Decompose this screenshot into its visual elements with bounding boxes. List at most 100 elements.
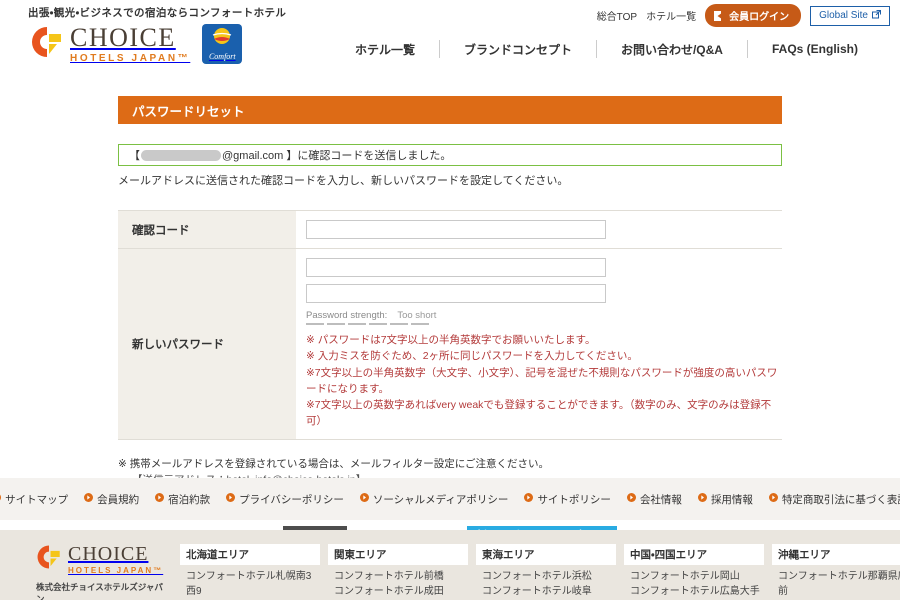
mobile-note-line-1: ※ 携帯メールアドレスを登録されている場合は、メールフィルター設定にご注意くださ… [118, 457, 549, 470]
area-column-tokai: 東海エリア コンフォートホテル浜松 コンフォートホテル岐阜 [476, 544, 616, 600]
confirm-password-input[interactable] [306, 284, 606, 303]
nav-item-faqs-english[interactable]: FAQs (English) [748, 42, 882, 56]
area-column-okinawa: 沖縄エリア コンフォートホテル那覇県庁前 [772, 544, 900, 600]
code-field-cell [296, 210, 782, 249]
main-content: パスワードリセット 【 @gmail.com 】に確認コードを送信しました。 メー… [118, 96, 782, 600]
area-column-hokkaido: 北海道エリア コンフォートホテル札幌南3西9 コンフォートホテル函館 [180, 544, 320, 600]
member-login-button[interactable]: 会員ログイン [705, 4, 802, 27]
password-notice-4: ※7文字以上の英数字あればvery weakでも登録することができます。（数字の… [306, 399, 772, 428]
alert-email-text: @gmail.com 】に確認コードを送信しました。 [222, 150, 452, 162]
footer-link-recruit[interactable]: 採用情報 [697, 492, 753, 507]
utility-nav: 総合TOP ホテル一覧 会員ログイン Global Site [597, 4, 890, 27]
password-strength-value: Too short [397, 310, 437, 321]
password-notice-1: ※ パスワードは7文字以上の半角英数字でお願いいたします。 [306, 334, 596, 346]
password-label: 新しいパスワード [118, 248, 296, 440]
hotel-link[interactable]: コンフォートホテル成田 [328, 584, 468, 599]
footer-link-company-info[interactable]: 会社情報 [626, 492, 682, 507]
nav-item-hotel-list[interactable]: ホテル一覧 [331, 41, 439, 58]
area-column-chugoku-shikoku: 中国・四国エリア コンフォートホテル岡山 コンフォートホテル広島大手町 [624, 544, 764, 600]
choice-logo-sub: HOTELS JAPAN™ [70, 52, 191, 64]
footer-link-label: 会社情報 [639, 493, 682, 506]
company-name: 株式会社チョイスホテルズジャパン [36, 582, 163, 600]
hotel-link[interactable]: コンフォートホテル那覇県庁前 [772, 569, 900, 599]
comfort-logo-label: Comfort [208, 51, 236, 61]
choice-mark-icon [30, 25, 64, 64]
nav-item-brand-concept[interactable]: ブランドコンセプト [440, 41, 596, 58]
hotel-link[interactable]: コンフォートホテル広島大手町 [624, 584, 764, 600]
code-label: 確認コード [118, 210, 296, 249]
global-site-button[interactable]: Global Site [810, 5, 890, 26]
area-column-kanto: 関東エリア コンフォートホテル前橋 コンフォートホテル成田 [328, 544, 468, 600]
footer-link-label: サイトポリシー [537, 493, 611, 506]
footer-link-label: 会員規約 [97, 493, 140, 506]
password-field-cell: Password strength: Too short ※ パスワードは7文字以… [296, 248, 782, 440]
confirmation-sent-alert: 【 @gmail.com 】に確認コードを送信しました。 [118, 144, 782, 166]
area-heading: 北海道エリア [180, 544, 320, 565]
area-heading: 沖縄エリア [772, 544, 900, 565]
page-root: 出張・観光・ビジネスでの宿泊ならコンフォートホテル 総合TOP ホテル一覧 会員… [0, 0, 900, 600]
footer-link-label: 宿泊約款 [168, 493, 211, 506]
form-row-password: 新しいパスワード Password strength: Too short ※ パ… [118, 248, 782, 440]
utility-link-hotel-list[interactable]: ホテル一覧 [646, 8, 696, 23]
verification-code-input[interactable] [306, 220, 606, 239]
choice-logo-main: CHOICE [70, 22, 176, 52]
footer-link-sitemap[interactable]: サイトマップ [0, 492, 68, 507]
area-columns: 北海道エリア コンフォートホテル札幌南3西9 コンフォートホテル函館 関東エリア… [180, 544, 900, 600]
footer-link-site-policy[interactable]: サイトポリシー [524, 492, 611, 507]
footer-link-member-terms[interactable]: 会員規約 [84, 492, 139, 507]
redacted-email [141, 149, 221, 161]
utility-link-top[interactable]: 総合TOP [597, 8, 637, 23]
login-arrow-icon [714, 10, 724, 21]
password-strength-bars [306, 323, 782, 325]
arrow-circle-icon [84, 493, 94, 505]
choice-hotels-logo[interactable]: CHOICE HOTELS JAPAN™ [30, 22, 191, 64]
nav-item-contact-qa[interactable]: お問い合わせ/Q&A [597, 41, 747, 58]
site-tagline: 出張・観光・ビジネスでの宿泊ならコンフォートホテル [28, 7, 287, 19]
arrow-circle-icon [768, 493, 778, 505]
footer-logo-block: CHOICE HOTELS JAPAN™ 株式会社チョイスホテルズジャパン [20, 544, 170, 600]
footer-link-legal-notation[interactable]: 特定商取引法に基づく表記 [768, 492, 900, 507]
password-notices: ※ パスワードは7文字以上の半角英数字でお願いいたします。 ※ 入力ミスを防ぐた… [306, 332, 782, 430]
hotel-link[interactable]: コンフォートホテル岐阜 [476, 584, 616, 599]
global-site-label: Global Site [819, 10, 868, 21]
external-link-icon [872, 9, 881, 22]
arrow-circle-icon [226, 493, 236, 505]
area-heading: 関東エリア [328, 544, 468, 565]
password-notice-3: ※7文字以上の半角英数字（大文字、小文字）、記号を混ぜた不規則なパスワードが強度… [306, 366, 778, 395]
arrow-circle-icon [0, 493, 2, 505]
page-title: パスワードリセット [118, 96, 782, 124]
footer-logo-sub: HOTELS JAPAN™ [68, 566, 164, 575]
footer-link-privacy-policy[interactable]: プライバシーポリシー [226, 492, 344, 507]
area-heading: 東海エリア [476, 544, 616, 565]
arrow-circle-icon [155, 493, 165, 505]
comfort-logo[interactable]: Comfort [202, 24, 243, 64]
footer-link-label: ソーシャルメディアポリシー [372, 493, 509, 506]
brand-logos: CHOICE HOTELS JAPAN™ Comfort [30, 22, 243, 64]
footer-choice-logo[interactable]: CHOICE HOTELS JAPAN™ [36, 544, 170, 575]
hotel-link[interactable]: コンフォートホテル前橋 [328, 569, 468, 584]
hotel-link[interactable]: コンフォートホテル浜松 [476, 569, 616, 584]
footer-link-accommodation-terms[interactable]: 宿泊約款 [155, 492, 210, 507]
hotel-link[interactable]: コンフォートホテル札幌南3西9 [180, 569, 320, 599]
sub-instruction: メールアドレスに送信された確認コードを入力し、新しいパスワードを設定してください… [118, 175, 569, 187]
comfort-sun-icon [209, 27, 235, 51]
footer-link-bar: サイトマップ 会員規約 宿泊約款 プライバシーポリシー ソーシャルメディアポリシ… [0, 478, 900, 520]
arrow-circle-icon [626, 493, 636, 505]
area-heading: 中国・四国エリア [624, 544, 764, 565]
footer-area-section: CHOICE HOTELS JAPAN™ 株式会社チョイスホテルズジャパン 北海… [0, 530, 900, 600]
form-row-code: 確認コード [118, 210, 782, 249]
password-notice-2: ※ 入力ミスを防ぐため、2ヶ所に同じパスワードを入力してください。 [306, 350, 638, 363]
password-reset-form: 確認コード 新しいパスワード Password strength: Too sho… [118, 210, 782, 440]
password-strength-label: Password strength: [306, 310, 388, 321]
footer-link-social-media-policy[interactable]: ソーシャルメディアポリシー [359, 492, 509, 507]
arrow-circle-icon [524, 493, 534, 505]
member-login-label: 会員ログイン [729, 12, 790, 23]
footer-link-label: 特定商取引法に基づく表記 [781, 493, 900, 506]
new-password-input[interactable] [306, 258, 606, 277]
main-navigation: ホテル一覧 ブランドコンセプト お問い合わせ/Q&A FAQs (English… [331, 40, 882, 58]
hotel-link[interactable]: コンフォートホテル岡山 [624, 569, 764, 584]
arrow-circle-icon [697, 493, 707, 505]
footer-link-label: プライバシーポリシー [239, 493, 344, 506]
password-strength-meter: Password strength: Too short [306, 310, 782, 325]
footer-logo-main: CHOICE [68, 543, 149, 565]
